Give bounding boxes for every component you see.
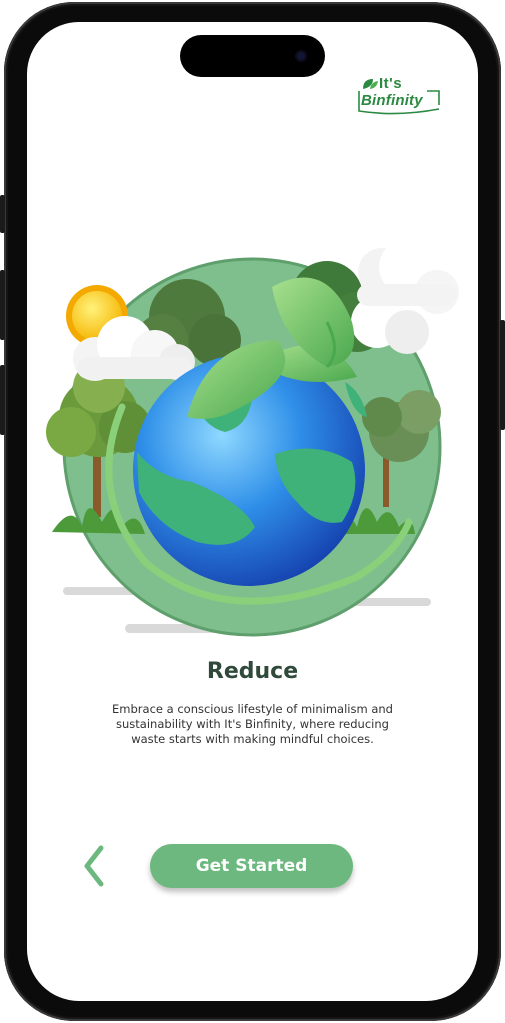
chevron-left-icon bbox=[84, 845, 104, 887]
tree-icon bbox=[362, 390, 441, 507]
volume-down-button bbox=[0, 365, 5, 435]
sprout-leaf-icon bbox=[187, 277, 357, 419]
app-logo: It's Binfinity bbox=[357, 75, 443, 115]
front-camera bbox=[295, 50, 307, 62]
cloud-icon bbox=[351, 239, 459, 354]
leaf-icon bbox=[363, 79, 378, 89]
sun-icon bbox=[66, 285, 128, 347]
globe-icon bbox=[133, 354, 367, 586]
power-button bbox=[500, 320, 505, 430]
tree-icon bbox=[291, 261, 387, 352]
cloud-icon bbox=[73, 316, 195, 381]
ground-shadow bbox=[63, 587, 158, 595]
background-circle bbox=[62, 257, 442, 637]
logo-text-top: It's bbox=[379, 75, 403, 92]
page-description: Embrace a conscious lifestyle of minimal… bbox=[112, 702, 393, 746]
grass-icon bbox=[52, 508, 145, 534]
volume-up-button bbox=[0, 270, 5, 340]
silent-switch bbox=[0, 195, 5, 233]
dynamic-island bbox=[180, 35, 325, 77]
screen: It's Binfinity Reduce Embrace a consciou… bbox=[27, 22, 478, 1001]
tree-icon bbox=[136, 279, 241, 366]
grass-icon bbox=[332, 508, 415, 534]
ground-shadow bbox=[327, 598, 431, 606]
page-title: Reduce bbox=[206, 659, 299, 684]
tree-icon bbox=[46, 361, 151, 517]
logo-text-bottom: Binfinity bbox=[361, 92, 423, 109]
ring-icon bbox=[105, 403, 413, 605]
back-button[interactable] bbox=[75, 842, 115, 890]
get-started-button[interactable]: Get Started bbox=[150, 844, 353, 888]
ground-shadow bbox=[125, 624, 290, 633]
